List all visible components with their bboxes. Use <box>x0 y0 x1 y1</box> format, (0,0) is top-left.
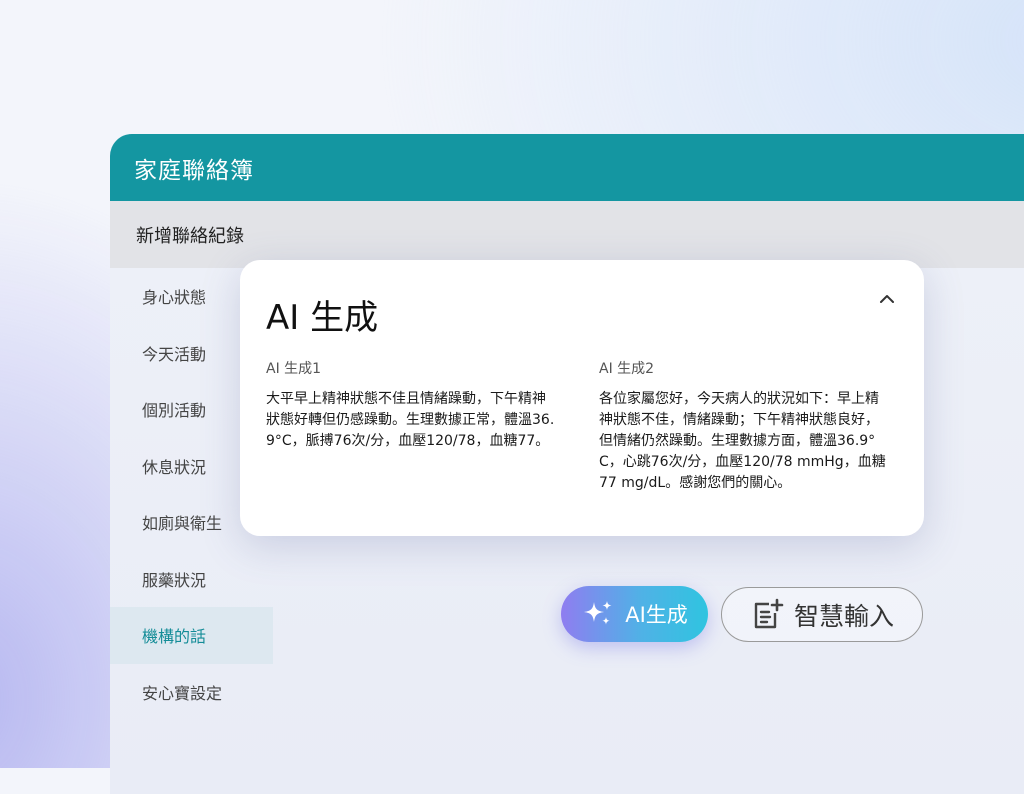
sidebar-item-medication[interactable]: 服藥狀況 <box>110 551 273 608</box>
sparkle-icon <box>581 599 615 629</box>
sidebar-item-label: 服藥狀況 <box>142 570 207 590</box>
sidebar-item-label: 身心狀態 <box>142 288 207 308</box>
sidebar-item-institution-message[interactable]: 機構的話 <box>110 607 273 664</box>
ai-option-title: AI 生成2 <box>599 361 655 377</box>
smart-input-label: 智慧輸入 <box>793 601 894 631</box>
note-add-icon <box>750 598 784 632</box>
ai-panel-title: AI 生成 <box>266 298 379 338</box>
chevron-up-icon <box>880 295 894 303</box>
smart-input-button[interactable]: 智慧輸入 <box>721 587 923 642</box>
ai-option-1[interactable]: AI 生成1 大平早上精神狀態不佳且情緒躁動，下午精神狀態好轉但仍感躁動。生理數… <box>266 358 556 452</box>
page-subheader: 新增聯絡紀錄 <box>110 201 1024 268</box>
app-title-bar: 家庭聯絡簿 <box>110 134 1024 201</box>
sidebar-item-label: 休息狀況 <box>142 457 207 477</box>
sidebar-item-label: 個別活動 <box>142 401 207 421</box>
ai-generate-label: AI生成 <box>625 603 688 627</box>
ai-generation-panel: AI 生成 AI 生成1 大平早上精神狀態不佳且情緒躁動，下午精神狀態好轉但仍感… <box>240 260 924 536</box>
ai-generate-button[interactable]: AI生成 <box>561 586 708 642</box>
sidebar-item-label: 機構的話 <box>142 627 207 647</box>
page-subheader-label: 新增聯絡紀錄 <box>136 225 244 247</box>
ai-option-2[interactable]: AI 生成2 各位家屬您好，今天病人的狀況如下：早上精神狀態不佳，情緒躁動；下午… <box>599 358 889 494</box>
sidebar-item-label: 安心寶設定 <box>142 683 223 703</box>
collapse-button[interactable] <box>872 284 902 314</box>
ai-option-text: 各位家屬您好，今天病人的狀況如下：早上精神狀態不佳，情緒躁動；下午精神狀態良好，… <box>599 391 886 491</box>
sidebar-item-anxinbao-settings[interactable]: 安心寶設定 <box>110 664 273 721</box>
sidebar-item-label: 今天活動 <box>142 344 207 364</box>
ai-option-title: AI 生成1 <box>266 361 322 377</box>
sidebar-item-label: 如廁與衛生 <box>142 514 223 534</box>
ai-option-text: 大平早上精神狀態不佳且情緒躁動，下午精神狀態好轉但仍感躁動。生理數據正常，體溫3… <box>266 391 555 449</box>
app-title: 家庭聯絡簿 <box>134 157 254 184</box>
